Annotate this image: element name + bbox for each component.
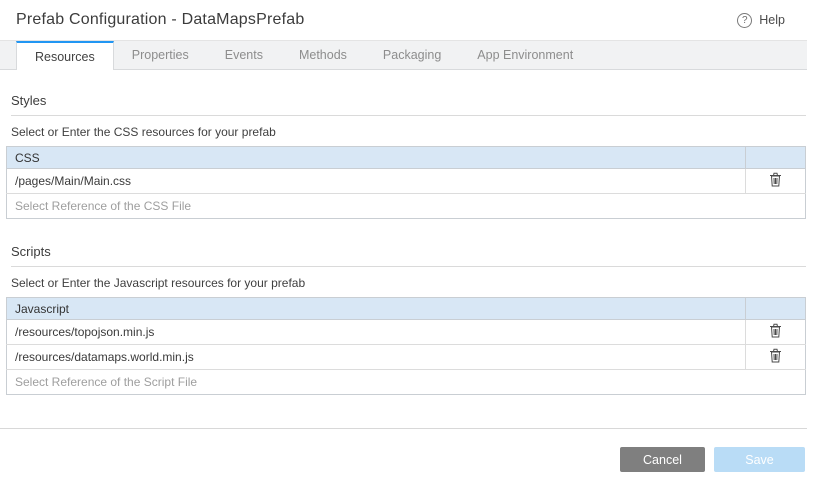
scripts-section-description: Select or Enter the Javascript resources… (11, 276, 806, 290)
scripts-section-heading: Scripts (11, 244, 806, 267)
styles-section-description: Select or Enter the CSS resources for yo… (11, 125, 806, 139)
css-action-column-header (746, 147, 806, 169)
script-resources-table: Javascript /resources/topojson.min.js (6, 297, 806, 395)
help-label: Help (759, 13, 785, 27)
css-resource-path: /pages/Main/Main.css (7, 169, 746, 194)
script-row-actions (746, 345, 806, 370)
resources-tab-content: Styles Select or Enter the CSS resources… (0, 93, 807, 395)
script-row-actions (746, 320, 806, 345)
tab-methods[interactable]: Methods (281, 41, 365, 69)
table-row: /pages/Main/Main.css (7, 169, 806, 194)
css-file-select-input[interactable]: Select Reference of the CSS File (7, 194, 806, 219)
help-icon: ? (737, 13, 752, 28)
script-resource-path: /resources/datamaps.world.min.js (7, 345, 746, 370)
dialog-header: Prefab Configuration - DataMapsPrefab ? … (0, 0, 807, 41)
table-row: /resources/datamaps.world.min.js (7, 345, 806, 370)
tab-app-environment[interactable]: App Environment (459, 41, 591, 69)
tab-events[interactable]: Events (207, 41, 281, 69)
tab-packaging[interactable]: Packaging (365, 41, 459, 69)
page-title: Prefab Configuration - DataMapsPrefab (16, 11, 304, 29)
table-row: Select Reference of the CSS File (7, 194, 806, 219)
javascript-action-column-header (746, 298, 806, 320)
javascript-column-header: Javascript (7, 298, 746, 320)
help-button[interactable]: ? Help (737, 13, 785, 28)
tab-resources[interactable]: Resources (16, 41, 114, 70)
trash-icon (769, 323, 782, 341)
delete-script-resource-button[interactable] (767, 321, 784, 343)
cancel-button[interactable]: Cancel (620, 447, 705, 472)
save-button[interactable]: Save (714, 447, 805, 472)
footer-divider (0, 428, 807, 429)
table-row: /resources/topojson.min.js (7, 320, 806, 345)
css-row-actions (746, 169, 806, 194)
table-header-row: Javascript (7, 298, 806, 320)
script-resource-path: /resources/topojson.min.js (7, 320, 746, 345)
prefab-config-dialog: Prefab Configuration - DataMapsPrefab ? … (0, 0, 807, 485)
delete-css-resource-button[interactable] (767, 170, 784, 192)
delete-script-resource-button[interactable] (767, 346, 784, 368)
script-file-select-input[interactable]: Select Reference of the Script File (7, 370, 806, 395)
trash-icon (769, 172, 782, 190)
css-column-header: CSS (7, 147, 746, 169)
styles-section-heading: Styles (11, 93, 806, 116)
tab-bar: Resources Properties Events Methods Pack… (0, 41, 807, 70)
trash-icon (769, 348, 782, 366)
table-row: Select Reference of the Script File (7, 370, 806, 395)
css-resources-table: CSS /pages/Main/Main.css (6, 146, 806, 219)
table-header-row: CSS (7, 147, 806, 169)
tab-properties[interactable]: Properties (114, 41, 207, 69)
